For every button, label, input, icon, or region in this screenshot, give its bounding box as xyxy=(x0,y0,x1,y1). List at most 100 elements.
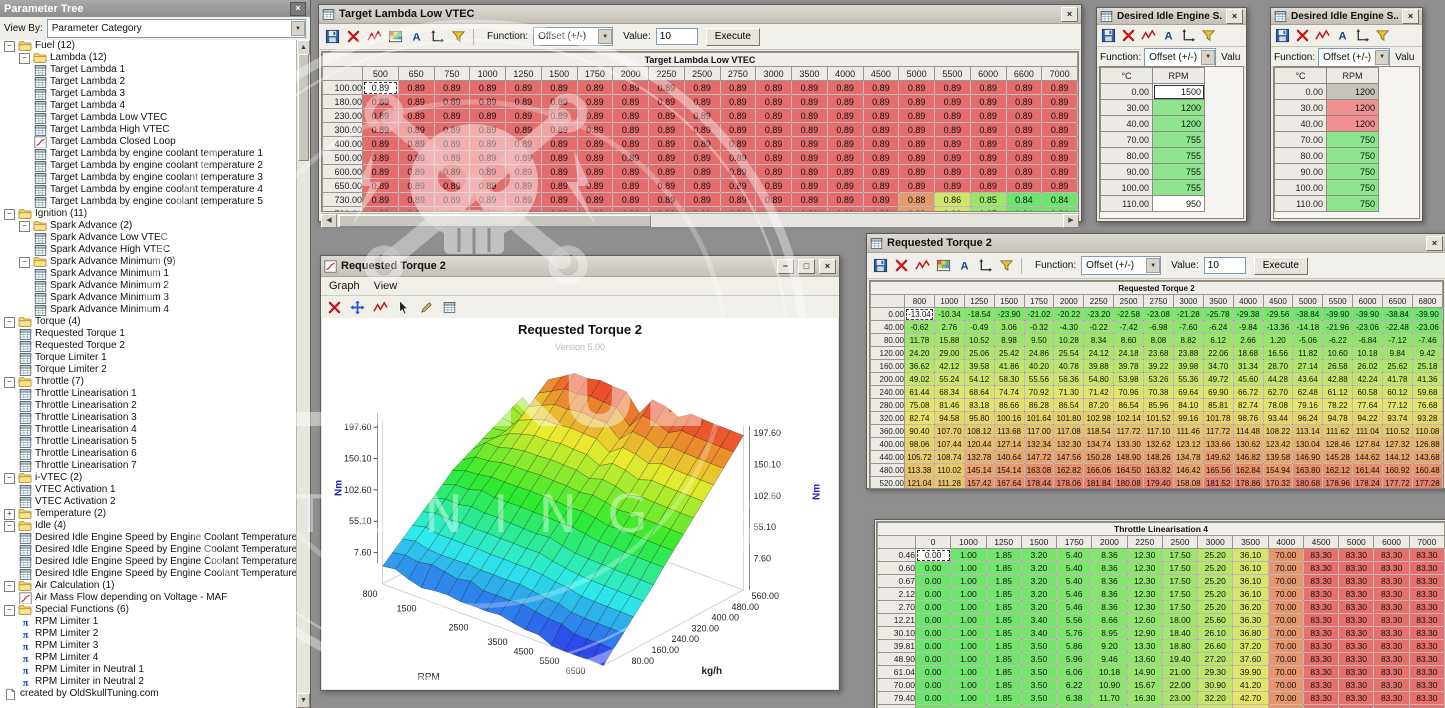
cell[interactable]: 17.50 xyxy=(1162,575,1197,588)
cell[interactable]: 83.30 xyxy=(1339,549,1374,562)
cell[interactable]: 83.30 xyxy=(1303,640,1338,653)
cell[interactable]: 0.89 xyxy=(935,109,971,123)
cell[interactable]: 25.20 xyxy=(1198,562,1233,575)
cell[interactable]: -0.32 xyxy=(1024,321,1054,334)
cell[interactable]: 181.84 xyxy=(1084,477,1114,490)
cell[interactable]: 117.72 xyxy=(1203,425,1233,438)
cell[interactable]: 143.68 xyxy=(1412,451,1442,464)
scroll-down-icon[interactable]: ▼ xyxy=(297,693,310,708)
collapse-icon[interactable]: − xyxy=(4,473,15,484)
cell[interactable]: 148.26 xyxy=(1144,451,1174,464)
cell[interactable]: 157.42 xyxy=(964,477,994,490)
cell[interactable]: 0.89 xyxy=(398,151,434,165)
cell[interactable]: 0.89 xyxy=(363,193,399,207)
column-header[interactable]: 5000 xyxy=(1339,536,1374,549)
cell[interactable]: 99.16 xyxy=(1173,412,1203,425)
cell[interactable]: 110.08 xyxy=(1412,425,1442,438)
cell[interactable]: -23.90 xyxy=(994,308,1024,321)
cell[interactable]: 37.60 xyxy=(1233,653,1268,666)
cell[interactable]: 1.00 xyxy=(951,666,986,679)
cell[interactable]: 8.60 xyxy=(1114,334,1144,347)
cell[interactable]: 56.36 xyxy=(1054,373,1084,386)
cell[interactable]: 0.89 xyxy=(827,137,863,151)
cell[interactable]: 12.30 xyxy=(1127,549,1162,562)
tree-item[interactable]: πRPM Limiter 4 xyxy=(0,652,297,664)
cell[interactable]: 1.00 xyxy=(951,614,986,627)
cell[interactable]: 161.44 xyxy=(1353,464,1383,477)
cell[interactable]: 9.42 xyxy=(1412,347,1442,360)
cell[interactable]: 0.89 xyxy=(863,95,899,109)
close-button[interactable]: × xyxy=(819,259,836,274)
axis-icon[interactable] xyxy=(1179,26,1198,45)
cell[interactable]: 8.36 xyxy=(1092,562,1127,575)
cell[interactable]: 3.06 xyxy=(994,321,1024,334)
cell[interactable]: 1.00 xyxy=(951,692,986,705)
cell[interactable]: 3.20 xyxy=(1021,562,1056,575)
cell[interactable]: 5.86 xyxy=(1057,640,1092,653)
cell[interactable]: 39.58 xyxy=(964,360,994,373)
cell[interactable]: 0.89 xyxy=(434,123,470,137)
cell[interactable]: 12.30 xyxy=(1127,575,1162,588)
row-header[interactable]: 320.00 xyxy=(871,412,905,425)
cell[interactable]: -22.58 xyxy=(1114,308,1144,321)
tree-item[interactable]: −Spark Advance Minimum (9) xyxy=(0,256,297,268)
rpm-cell[interactable]: 950 xyxy=(1153,196,1205,212)
cell[interactable]: 0.89 xyxy=(363,137,399,151)
cell[interactable]: 0.89 xyxy=(363,207,399,213)
cell[interactable]: 68.34 xyxy=(934,386,964,399)
cell[interactable]: 108.74 xyxy=(934,451,964,464)
column-header[interactable]: 6600 xyxy=(1006,67,1042,81)
cell[interactable]: 0.89 xyxy=(398,193,434,207)
cell[interactable]: 0.89 xyxy=(577,95,613,109)
cell[interactable]: 36.10 xyxy=(1233,549,1268,562)
row-header[interactable]: 0.46 xyxy=(878,549,916,562)
row-header[interactable]: 650.00 xyxy=(323,179,363,193)
cell[interactable]: 54.12 xyxy=(964,373,994,386)
temperature-cell[interactable]: 30.00 xyxy=(1275,100,1327,116)
cell[interactable]: 44.28 xyxy=(1263,373,1293,386)
cell[interactable]: 39.22 xyxy=(1144,360,1174,373)
row-header[interactable]: 61.04 xyxy=(878,666,916,679)
cell[interactable]: 1.85 xyxy=(986,601,1021,614)
cell[interactable]: 160.48 xyxy=(1412,464,1442,477)
column-header[interactable]: 6000 xyxy=(1374,536,1409,549)
cell[interactable]: 0.89 xyxy=(970,179,1006,193)
cell[interactable]: 24.86 xyxy=(1024,347,1054,360)
cell[interactable]: 102.14 xyxy=(1114,412,1144,425)
temperature-cell[interactable]: 0.00 xyxy=(1275,84,1327,100)
cell[interactable]: 0.84 xyxy=(1006,207,1042,213)
cell[interactable]: 0.89 xyxy=(863,81,899,95)
cell[interactable]: 0.89 xyxy=(720,95,756,109)
cell[interactable]: 14.90 xyxy=(1127,666,1162,679)
cell[interactable]: 83.30 xyxy=(1374,601,1409,614)
tree-item[interactable]: Throttle Linearisation 3 xyxy=(0,412,297,424)
cell[interactable]: 0.89 xyxy=(827,193,863,207)
tree-item[interactable]: Spark Advance High VTEC xyxy=(0,244,297,256)
cell[interactable]: 45.60 xyxy=(1233,373,1263,386)
column-header[interactable]: 5000 xyxy=(1293,295,1323,308)
cell[interactable]: 1.00 xyxy=(951,705,986,708)
cell[interactable]: 120.44 xyxy=(964,438,994,451)
cell[interactable]: 0.89 xyxy=(935,123,971,137)
cell[interactable]: 0.89 xyxy=(1006,151,1042,165)
cell[interactable]: 5.40 xyxy=(1057,562,1092,575)
row-header[interactable]: 94.12 xyxy=(878,705,916,708)
cell[interactable]: 12.30 xyxy=(1127,601,1162,614)
cell[interactable]: 77.12 xyxy=(1383,399,1413,412)
temperature-cell[interactable]: 90.00 xyxy=(1275,164,1327,180)
cell[interactable]: 0.89 xyxy=(863,207,899,213)
cell[interactable]: 86.28 xyxy=(1024,399,1054,412)
cell[interactable]: -0.62 xyxy=(905,321,935,334)
cell[interactable]: 39.78 xyxy=(1114,360,1144,373)
cell[interactable]: -20.22 xyxy=(1054,308,1084,321)
cell[interactable]: -39.90 xyxy=(1323,308,1353,321)
tree-scrollbar[interactable]: ▲ ▼ xyxy=(296,40,310,708)
cell[interactable]: 24.20 xyxy=(905,347,935,360)
tree-item[interactable]: −Fuel (12) xyxy=(0,40,297,52)
cell[interactable]: 117.72 xyxy=(1114,425,1144,438)
cell[interactable]: 74.74 xyxy=(994,386,1024,399)
cell[interactable]: 0.89 xyxy=(434,95,470,109)
column-header[interactable]: 2250 xyxy=(649,67,685,81)
cell[interactable]: 17.50 xyxy=(1162,562,1197,575)
cell[interactable]: 164.50 xyxy=(1114,464,1144,477)
